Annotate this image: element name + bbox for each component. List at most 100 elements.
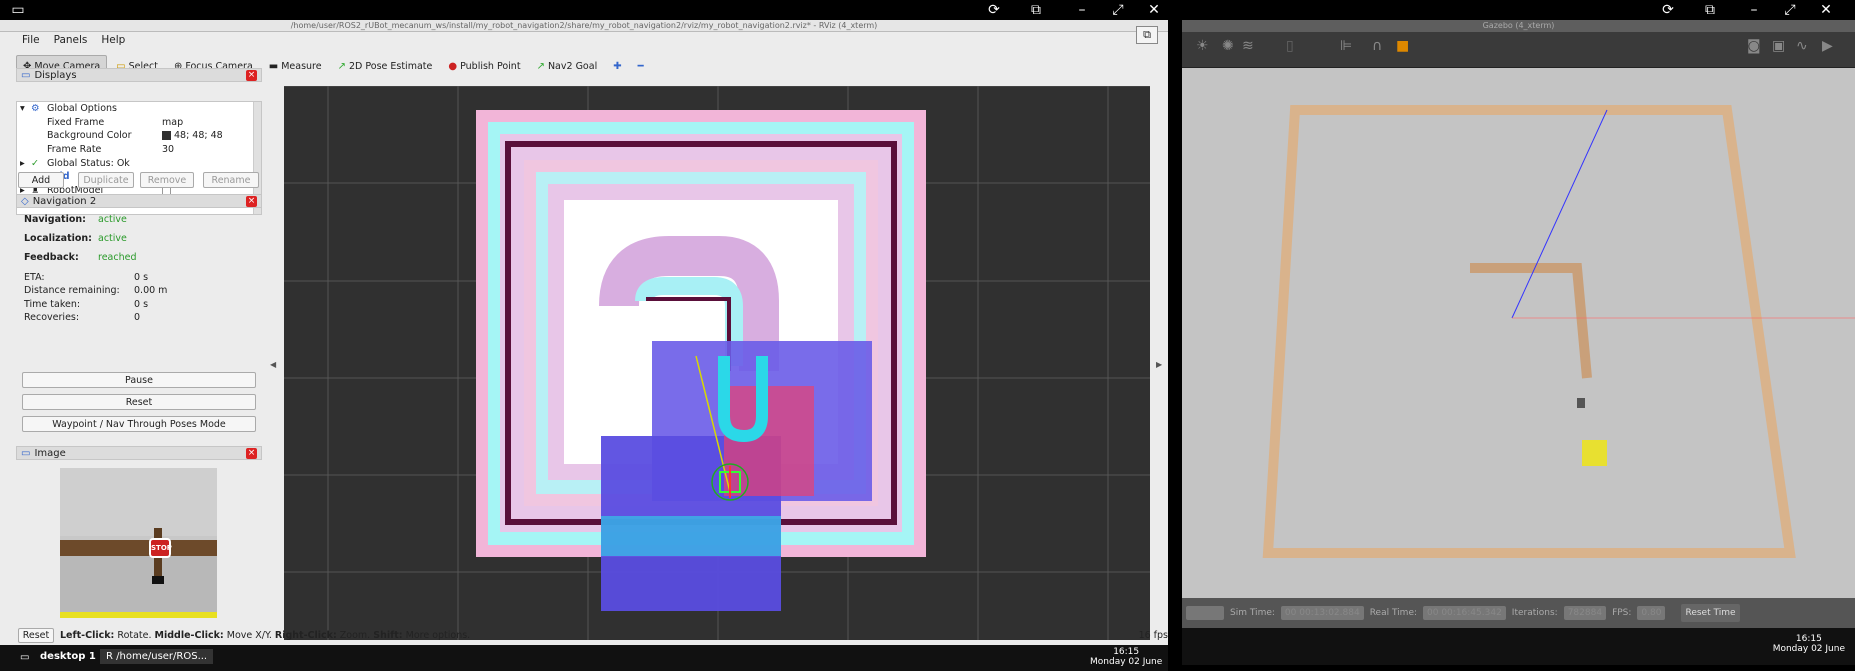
menu-panels[interactable]: Panels: [54, 34, 88, 46]
gazebo-toolbar: ☀ ✺ ≋ ▯ ⊫ ∩ ■ ◙ ▣ ∿ ▶: [1182, 32, 1855, 68]
nav-status-feedback: Feedback: reached: [24, 252, 137, 263]
tool-measure[interactable]: ▬ Measure: [262, 55, 329, 77]
sun-icon[interactable]: ☀: [1196, 38, 1209, 54]
image-panel: ▭ Image ×: [16, 446, 262, 460]
waypoint-mode-button[interactable]: Waypoint / Nav Through Poses Mode: [22, 416, 256, 432]
tool-2d-pose-estimate[interactable]: ↗ 2D Pose Estimate: [331, 55, 440, 77]
terminal-icon[interactable]: ▭: [20, 652, 29, 663]
pin-icon: ●: [448, 60, 458, 72]
nav-distance: Distance remaining: 0.00 m: [24, 285, 168, 296]
tool-nav2-goal[interactable]: ↗ Nav2 Goal: [530, 55, 605, 77]
reset-time-button[interactable]: Reset Time: [1681, 604, 1740, 622]
plus-icon: ✚: [613, 60, 622, 72]
external-link-icon[interactable]: ⧉: [1028, 2, 1044, 18]
pause-button[interactable]: Pause: [22, 372, 256, 388]
nav-status-navigation: Navigation: active: [24, 214, 127, 225]
nav-recoveries: Recoveries: 0: [24, 312, 141, 323]
gazebo-world-render[interactable]: [1182, 68, 1855, 598]
collapse-right-icon[interactable]: ▶: [1156, 360, 1162, 369]
status-reset-button[interactable]: Reset: [18, 627, 54, 643]
menu-file[interactable]: File: [22, 34, 40, 46]
close-icon[interactable]: ×: [246, 70, 257, 81]
taskbar-rviz-item[interactable]: R /home/user/ROS...: [100, 649, 214, 664]
magnet-icon[interactable]: ∩: [1372, 38, 1382, 54]
save-icon[interactable]: ▣: [1772, 38, 1785, 54]
camera-icon[interactable]: ◙: [1747, 38, 1761, 54]
record-icon[interactable]: ■: [1396, 38, 1409, 54]
close-icon[interactable]: ✕: [1818, 2, 1834, 18]
tree-row-global-options[interactable]: ▾ ⚙ Global Options: [17, 102, 261, 116]
add-button[interactable]: Add: [18, 172, 64, 188]
image-icon: ▭: [21, 447, 31, 459]
menu-bar: File Panels Help: [0, 32, 1168, 48]
copy-icon[interactable]: ▯: [1286, 38, 1294, 54]
maximize-icon[interactable]: ⤢: [1782, 2, 1798, 18]
nav-eta: ETA: 0 s: [24, 272, 149, 283]
remove-tool-button[interactable]: ━: [631, 55, 651, 77]
stop-sign-icon: STOP: [149, 538, 172, 558]
desktop-switcher[interactable]: desktop 1: [40, 651, 96, 662]
check-icon: ✓: [31, 157, 39, 169]
chevron-right-icon[interactable]: ▸: [20, 158, 25, 169]
add-tool-button[interactable]: ✚: [606, 55, 628, 77]
tree-row-global-status[interactable]: ▸ ✓ Global Status: Ok: [17, 156, 261, 170]
rviz-icon: R: [106, 651, 113, 662]
video-icon[interactable]: ▶: [1822, 38, 1833, 54]
costmap-render[interactable]: [284, 86, 1150, 640]
rename-button[interactable]: Rename: [203, 172, 259, 188]
rviz-3d-viewport[interactable]: [284, 86, 1150, 640]
minimize-icon[interactable]: –: [1746, 2, 1762, 18]
mouse-hints: Left-Click: Rotate. Middle-Click: Move X…: [60, 629, 471, 641]
plot-icon[interactable]: ∿: [1796, 38, 1808, 54]
arrow-icon: ↗: [536, 60, 545, 72]
gazebo-taskbar: 16:15 Monday 02 June: [1182, 628, 1855, 665]
nav-icon: ◇: [21, 195, 29, 207]
remove-button[interactable]: Remove: [140, 172, 194, 188]
close-icon[interactable]: ✕: [1146, 2, 1162, 18]
tool-publish-point[interactable]: ● Publish Point: [441, 55, 527, 77]
nav-status-localization: Localization: active: [24, 233, 127, 244]
gazebo-window: Gazebo (4_xterm) ☀ ✺ ≋ ▯ ⊫ ∩ ■ ◙ ▣ ∿ ▶ S…: [1182, 20, 1855, 665]
refresh-icon[interactable]: ⟳: [986, 2, 1002, 18]
close-icon[interactable]: ×: [246, 196, 257, 207]
gazebo-time-bar: Sim Time: 00 00:13:02.884 Real Time: 00 …: [1182, 598, 1855, 628]
fps-readout: 16 fps: [1138, 629, 1168, 641]
rviz-title: /home/user/ROS2_rUBot_mecanum_ws/install…: [0, 20, 1168, 32]
image-header: ▭ Image ×: [16, 446, 262, 460]
arrow-icon: ↗: [337, 60, 346, 72]
tree-row-fixed-frame[interactable]: Fixed Frame map: [17, 116, 261, 130]
desktop-top-bar: ▭ ⟳ ⧉ – ⤢ ✕ ⟳ ⧉ – ⤢ ✕: [0, 0, 1855, 20]
play-box[interactable]: [1186, 606, 1224, 620]
displays-panel: ▭ Displays ×: [16, 68, 262, 82]
nav2-panel: ◇ Navigation 2 ×: [16, 194, 262, 208]
gazebo-3d-scene[interactable]: [1182, 68, 1855, 598]
menu-help[interactable]: Help: [101, 34, 125, 46]
external-link-icon[interactable]: ⧉: [1702, 2, 1718, 18]
color-swatch[interactable]: [162, 131, 171, 141]
collapse-left-icon[interactable]: ◀: [270, 360, 276, 369]
reset-button[interactable]: Reset: [22, 394, 256, 410]
rviz-status-bar: Reset Left-Click: Rotate. Middle-Click: …: [0, 625, 1168, 645]
tree-row-background-color[interactable]: Background Color 48; 48; 48: [17, 129, 261, 143]
align-icon[interactable]: ⊫: [1340, 38, 1352, 54]
refresh-icon[interactable]: ⟳: [1660, 2, 1676, 18]
restore-icon[interactable]: ⧉: [1136, 26, 1158, 44]
chevron-down-icon[interactable]: ▾: [20, 103, 25, 114]
minus-icon: ━: [637, 60, 644, 72]
taskbar-clock: 16:15 Monday 02 June: [1090, 647, 1163, 667]
duplicate-button[interactable]: Duplicate: [78, 172, 134, 188]
close-icon[interactable]: ×: [246, 448, 257, 459]
light-icon[interactable]: ✺: [1222, 38, 1234, 54]
wall-beam: [60, 540, 217, 556]
tree-row-frame-rate[interactable]: Frame Rate 30: [17, 143, 261, 157]
nav-time-taken: Time taken: 0 s: [24, 299, 149, 310]
monitor-icon[interactable]: ▭: [10, 2, 26, 18]
displays-header: ▭ Displays ×: [16, 68, 262, 82]
gazebo-title: Gazebo (4_xterm): [1182, 20, 1855, 32]
ruler-icon: ▬: [268, 60, 279, 72]
minimize-icon[interactable]: –: [1074, 2, 1090, 18]
maximize-icon[interactable]: ⤢: [1110, 2, 1126, 18]
lines-icon[interactable]: ≋: [1242, 38, 1254, 54]
rviz-window: /home/user/ROS2_rUBot_mecanum_ws/install…: [0, 20, 1168, 645]
camera-image: STOP: [60, 468, 217, 618]
